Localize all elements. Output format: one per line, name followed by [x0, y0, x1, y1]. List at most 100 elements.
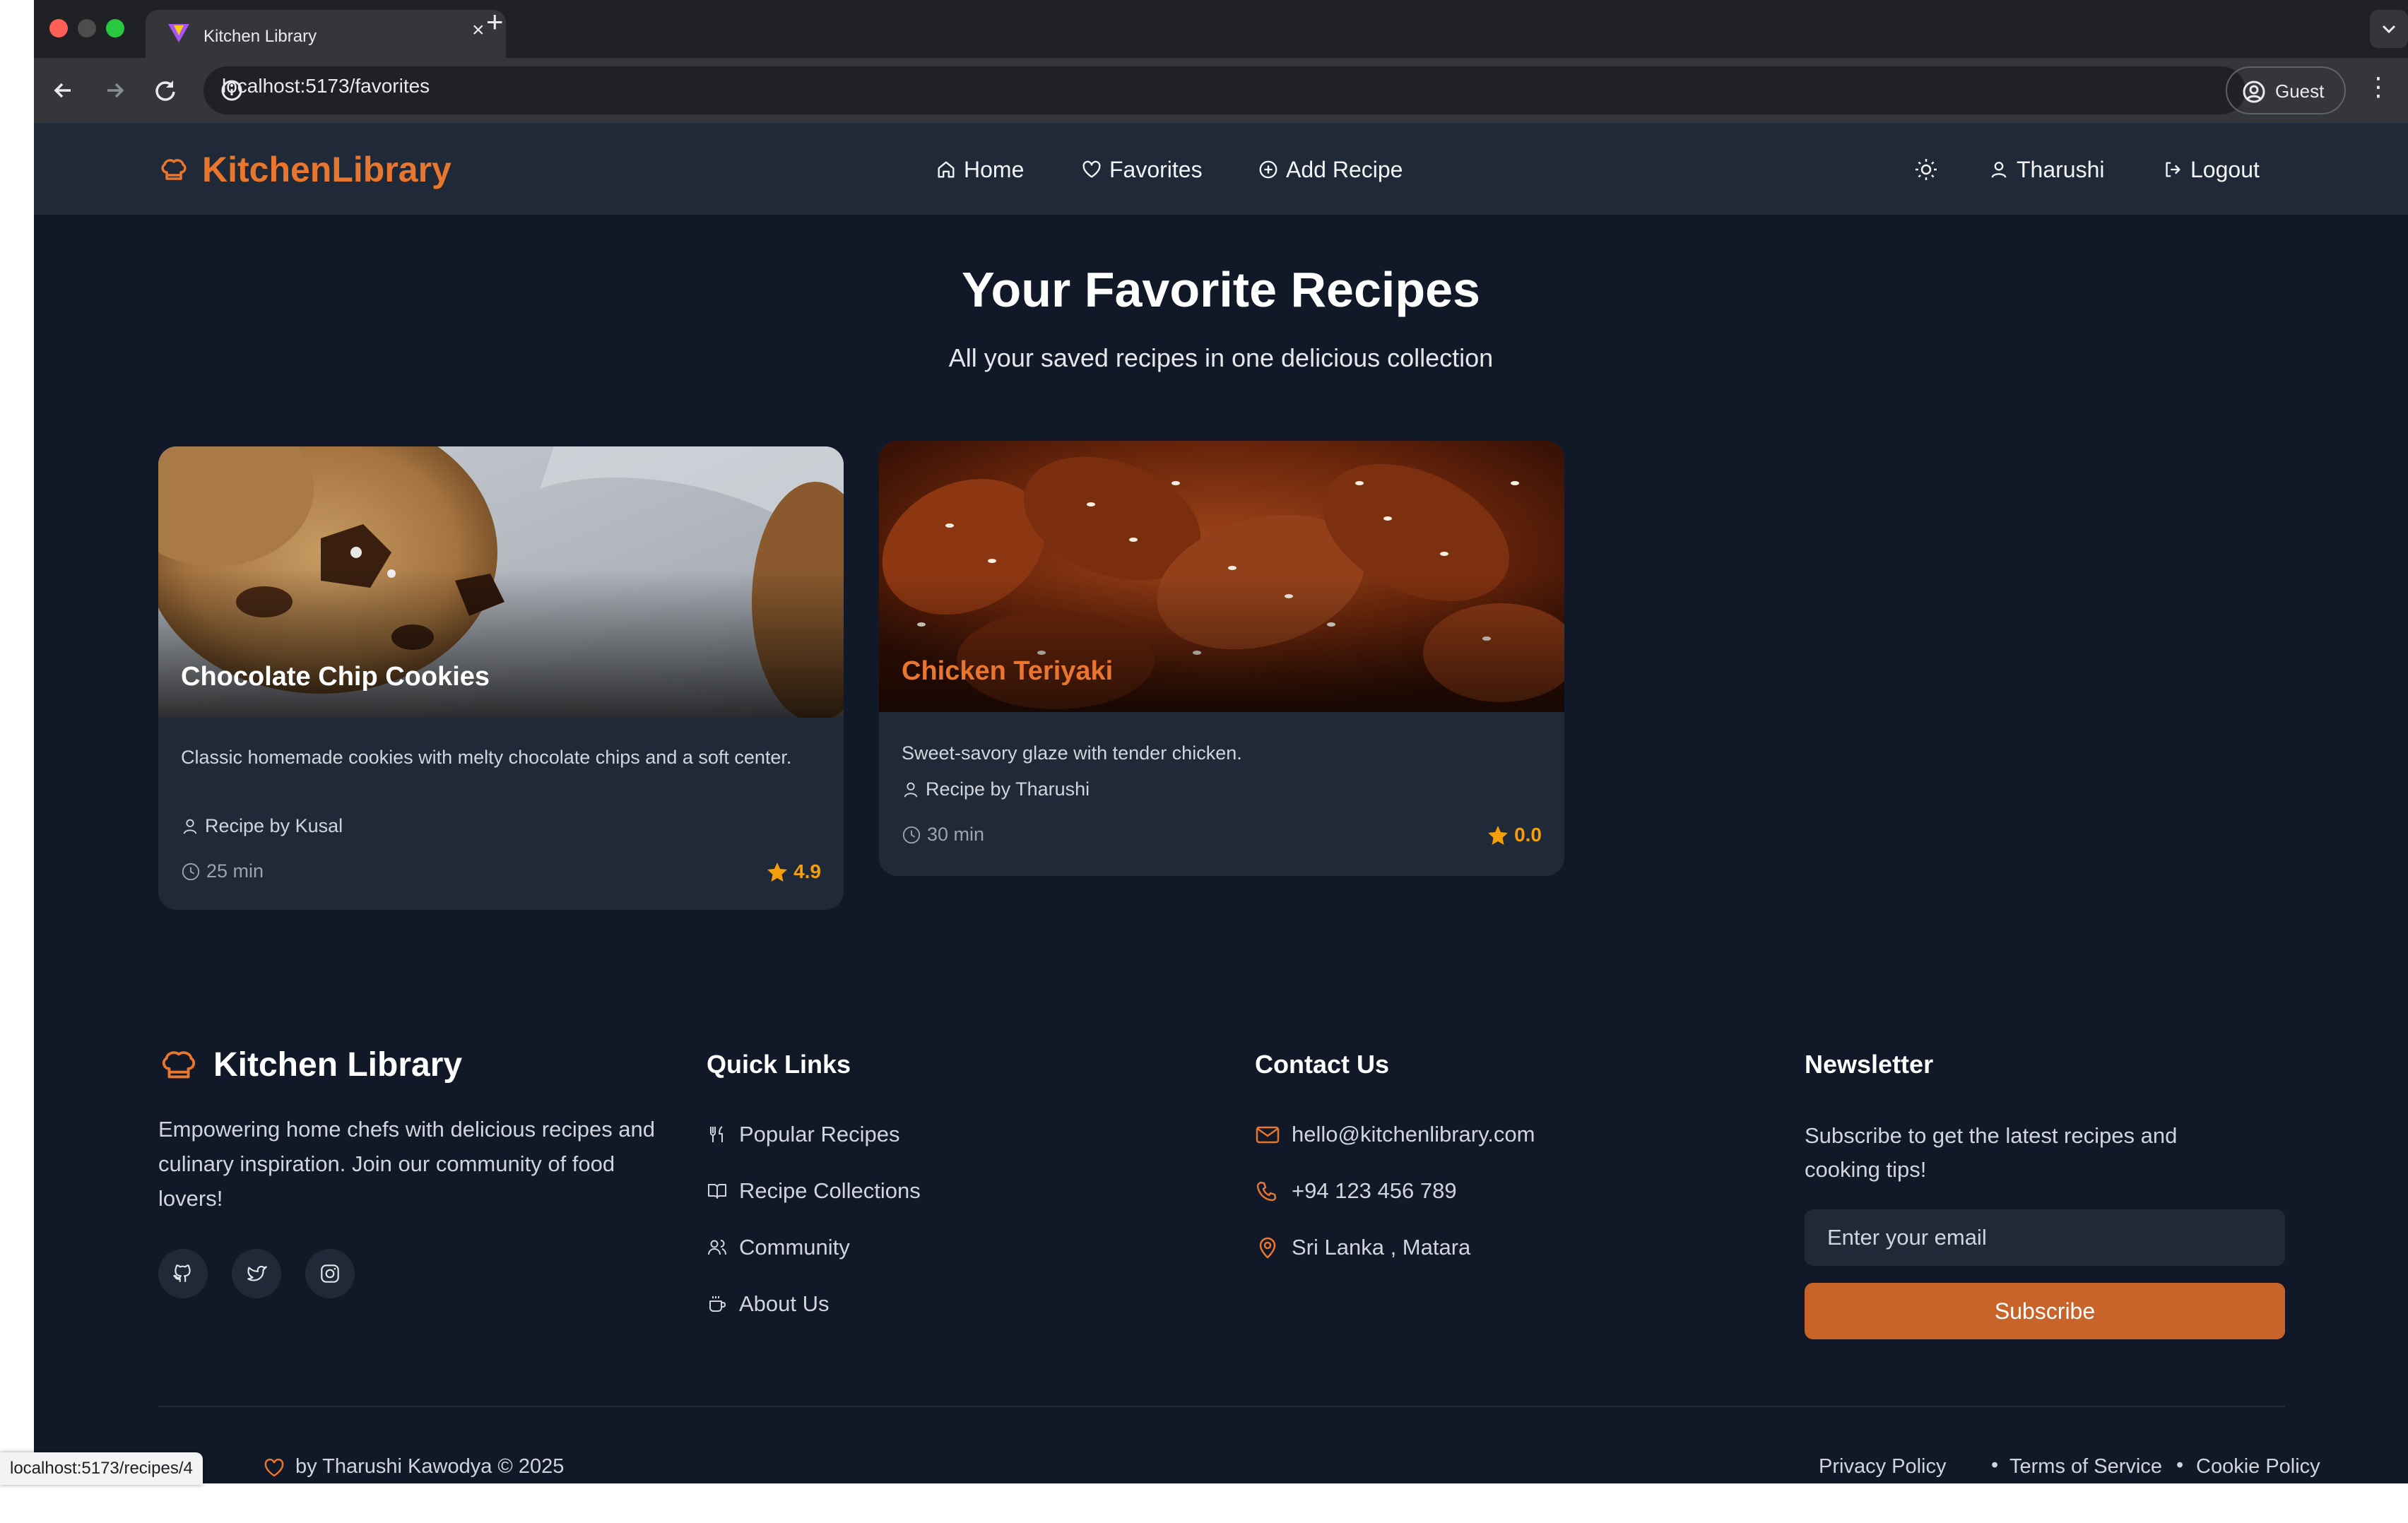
site-header: KitchenLibrary Home Favorites Add Recipe: [34, 123, 2408, 215]
vite-favicon-icon: [168, 24, 189, 42]
footer-divider: [158, 1406, 2285, 1407]
footer-about: Empowering home chefs with delicious rec…: [158, 1117, 656, 1211]
recipe-rating: 0.0: [1487, 824, 1542, 846]
footer-link-label: Popular Recipes: [739, 1122, 900, 1146]
phone-icon: [1256, 1181, 1277, 1202]
footer-brand: Kitchen Library: [158, 1044, 462, 1085]
tab-search-button[interactable]: [2370, 10, 2408, 48]
privacy-policy-link[interactable]: Privacy Policy: [1819, 1455, 1947, 1478]
heart-icon: [1082, 160, 1101, 178]
recipe-image-cookies[interactable]: Chocolate Chip Cookies: [158, 446, 844, 718]
user-icon: [904, 782, 918, 798]
newsletter-description: Subscribe to get the latest recipes and …: [1805, 1123, 2178, 1182]
recipe-title: Chocolate Chip Cookies: [181, 662, 490, 692]
recipe-description: Sweet-savory glaze with tender chicken.: [902, 742, 1242, 764]
recipe-author: Recipe by Kusal: [181, 815, 343, 837]
book-open-icon: [708, 1184, 726, 1199]
footer-link-popular-recipes[interactable]: Popular Recipes: [707, 1122, 899, 1147]
address-bar[interactable]: [203, 66, 2245, 114]
github-link[interactable]: [158, 1249, 208, 1298]
recipe-title: Chicken Teriyaki: [902, 656, 1114, 686]
quick-links-heading: Quick Links: [707, 1050, 851, 1079]
plus-circle-icon: [1259, 160, 1277, 179]
close-tab-icon[interactable]: ×: [472, 20, 485, 41]
recipe-rating-value: 4.9: [793, 860, 821, 882]
contact-location-label: Sri Lanka , Matara: [1292, 1235, 1471, 1260]
user-name: Tharushi: [2017, 156, 2105, 182]
chef-hat-icon: [161, 159, 187, 180]
home-icon: [938, 161, 955, 178]
nav-home[interactable]: Home: [936, 154, 1024, 185]
forward-icon[interactable]: [98, 73, 131, 107]
instagram-link[interactable]: [305, 1249, 355, 1298]
copyright-text: by Tharushi Kawodya © 2025: [295, 1455, 565, 1478]
footer-link-label: Recipe Collections: [739, 1178, 921, 1203]
mail-icon: [1256, 1126, 1280, 1144]
clock-icon: [182, 863, 200, 880]
page-subtitle: All your saved recipes in one delicious …: [948, 343, 1494, 372]
twitter-link[interactable]: [232, 1249, 281, 1298]
recipe-time-label: 30 min: [927, 824, 985, 845]
newsletter-email-input[interactable]: [1805, 1209, 2285, 1266]
nav-add-recipe-label: Add Recipe: [1286, 156, 1403, 182]
star-icon: [767, 863, 788, 882]
recipe-card[interactable]: Chocolate Chip Cookies Classic homemade …: [158, 446, 844, 910]
legal-separator: •: [2176, 1454, 2184, 1476]
contact-heading: Contact Us: [1255, 1050, 1390, 1079]
chevron-down-icon: [2382, 25, 2396, 34]
contact-phone[interactable]: +94 123 456 789: [1255, 1178, 1457, 1204]
new-tab-icon[interactable]: +: [486, 7, 504, 37]
clock-icon: [902, 826, 921, 843]
tab-title: Kitchen Library: [203, 27, 317, 46]
close-window-button[interactable]: [49, 19, 68, 37]
nav-add-recipe[interactable]: Add Recipe: [1258, 154, 1403, 185]
recipe-description: Classic homemade cookies with melty choc…: [181, 747, 792, 768]
recipe-rating: 4.9: [767, 860, 821, 883]
github-icon: [173, 1264, 191, 1282]
nav-favorites-label: Favorites: [1109, 156, 1203, 182]
star-icon: [1488, 826, 1509, 845]
terms-of-service-link[interactable]: Terms of Service: [2009, 1455, 2162, 1478]
nav-favorites[interactable]: Favorites: [1081, 154, 1203, 185]
brand-logo[interactable]: KitchenLibrary: [158, 150, 452, 189]
legal-separator: •: [1991, 1454, 1999, 1476]
theme-toggle-button[interactable]: [1913, 154, 1946, 185]
back-icon[interactable]: [47, 73, 81, 107]
reload-icon[interactable]: [148, 73, 182, 107]
footer-link-about-us[interactable]: About Us: [707, 1291, 830, 1317]
brand-name: KitchenLibrary: [202, 150, 452, 189]
recipe-time: 30 min: [902, 824, 984, 846]
newsletter-heading: Newsletter: [1805, 1050, 1934, 1079]
user-profile-link[interactable]: Tharushi: [1988, 154, 2105, 185]
map-pin-icon: [1259, 1237, 1276, 1259]
browser-menu-icon[interactable]: ⋮: [2366, 72, 2391, 102]
recipe-author-label: Recipe by Tharushi: [926, 778, 1090, 800]
user-icon: [183, 819, 197, 834]
instagram-icon: [321, 1264, 339, 1283]
footer-brand-name: Kitchen Library: [213, 1045, 463, 1084]
users-icon: [708, 1240, 726, 1255]
heart-icon: [264, 1458, 284, 1477]
sun-icon: [1916, 159, 1937, 180]
footer-link-community[interactable]: Community: [707, 1235, 850, 1260]
logout-button[interactable]: Logout: [2162, 154, 2260, 185]
address-bar-url[interactable]: localhost:5173/favorites: [222, 75, 430, 97]
profile-icon: [2243, 81, 2265, 103]
recipe-card[interactable]: Chicken Teriyaki Sweet-savory glaze with…: [879, 441, 1564, 876]
nav-home-label: Home: [964, 156, 1025, 182]
cookie-policy-link[interactable]: Cookie Policy: [2196, 1455, 2320, 1478]
minimize-window-button[interactable]: [78, 19, 96, 37]
twitter-icon: [247, 1265, 267, 1281]
footer-link-label: Community: [739, 1235, 850, 1260]
footer-link-recipe-collections[interactable]: Recipe Collections: [707, 1178, 921, 1204]
recipe-image-teriyaki[interactable]: Chicken Teriyaki: [879, 441, 1564, 712]
recipe-time-label: 25 min: [206, 860, 264, 882]
subscribe-button[interactable]: Subscribe: [1805, 1283, 2285, 1339]
contact-email[interactable]: hello@kitchenlibrary.com: [1255, 1122, 1535, 1147]
chef-hat-icon: [162, 1051, 196, 1079]
profile-button[interactable]: Guest: [2226, 66, 2346, 114]
recipe-rating-value: 0.0: [1514, 824, 1542, 846]
browser-tab[interactable]: Kitchen Library ×: [146, 10, 506, 58]
user-icon: [1991, 161, 2007, 178]
maximize-window-button[interactable]: [106, 19, 124, 37]
